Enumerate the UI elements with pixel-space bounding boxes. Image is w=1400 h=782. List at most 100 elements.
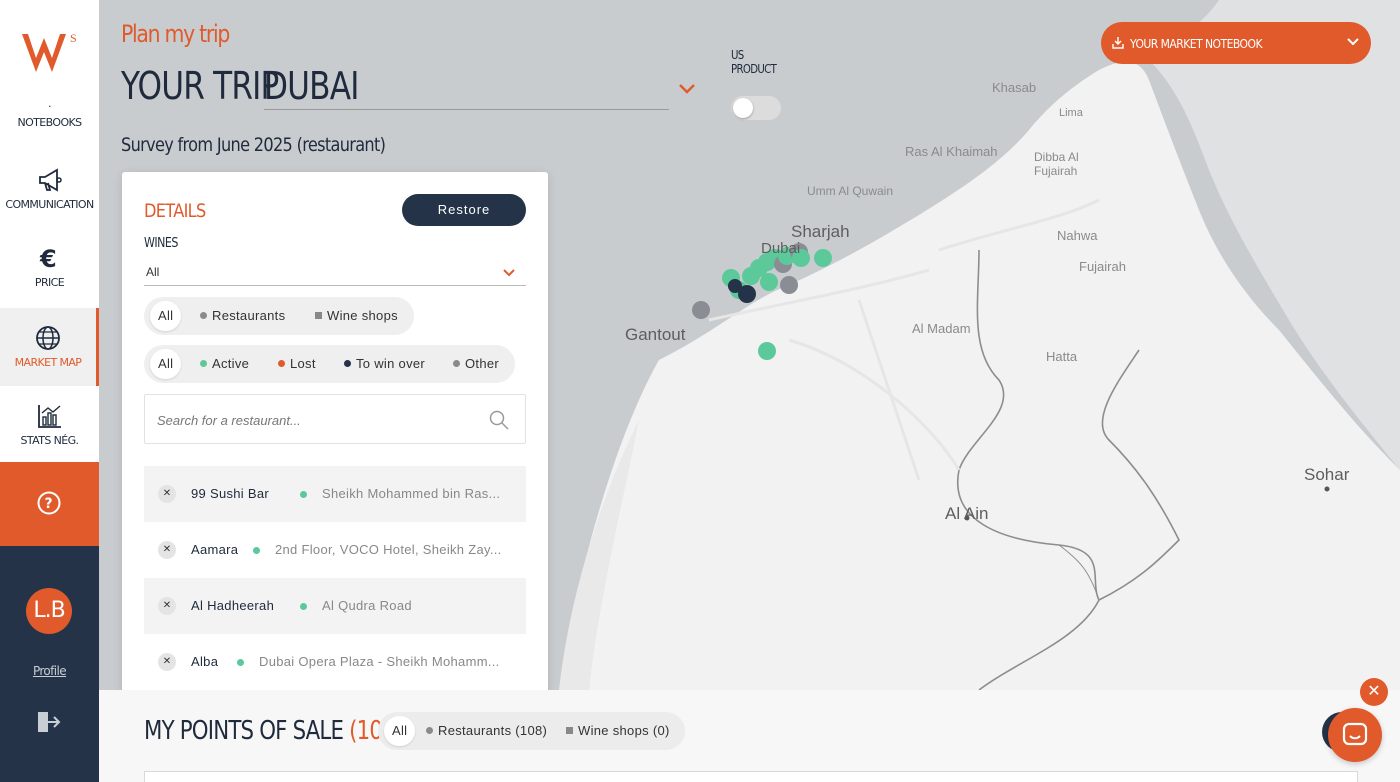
restaurant-dot — [200, 312, 207, 319]
pill-label: Other — [465, 356, 500, 371]
wineshop-square — [315, 312, 322, 319]
wines-label: WINES — [144, 236, 178, 251]
chevron-down-icon[interactable] — [678, 82, 696, 96]
remove-icon[interactable]: ✕ — [158, 541, 176, 559]
status-other[interactable]: Other — [445, 349, 507, 379]
megaphone-icon — [38, 168, 62, 192]
status-all[interactable]: All — [150, 349, 182, 379]
other-dot — [453, 360, 460, 367]
svg-text:S: S — [70, 31, 77, 45]
status-active[interactable]: Active — [192, 349, 257, 379]
pos-filter-all[interactable]: All — [384, 716, 416, 746]
market-notebook-button[interactable]: YOUR MARKET NOTEBOOK — [1101, 22, 1371, 64]
map-label: Nahwa — [1057, 228, 1098, 243]
sidebar-item-label: NOTEBOOKS — [17, 116, 82, 129]
lost-dot — [278, 360, 285, 367]
chat-button[interactable] — [1328, 708, 1382, 762]
pos-type-filter: All Restaurants (108) Wine shops (0) — [378, 712, 685, 750]
restaurant-search — [144, 394, 526, 444]
restaurant-dot — [426, 727, 433, 734]
pill-label: All — [158, 356, 174, 371]
status-to-win-over[interactable]: To win over — [336, 349, 433, 379]
sidebar-item-label: STATS NÉG. — [20, 434, 80, 447]
pill-label: Restaurants — [212, 308, 286, 323]
sidebar-item-notebooks[interactable]: · NOTEBOOKS — [0, 100, 99, 129]
sidebar-item-communication[interactable]: COMMUNICATION — [0, 166, 99, 211]
logout-icon[interactable] — [36, 710, 62, 734]
restaurant-name: Alba — [191, 654, 219, 669]
trip-value: DUBAI — [264, 64, 359, 108]
profile-link[interactable]: Profile — [0, 664, 99, 678]
list-item[interactable]: ✕ 99 Sushi Bar Sheikh Mohammed bin Ras..… — [144, 466, 526, 522]
restore-button[interactable]: Restore — [402, 194, 526, 226]
wines-select[interactable]: All — [144, 260, 526, 286]
status-dot — [300, 603, 307, 610]
sidebar-item-label: PRICE — [34, 276, 65, 289]
wines-value: All — [146, 265, 160, 279]
restaurant-list: ✕ 99 Sushi Bar Sheikh Mohammed bin Ras..… — [144, 466, 526, 676]
to-win-over-dot — [344, 360, 351, 367]
notebook-icon: · — [48, 100, 52, 113]
restaurant-name: Al Hadheerah — [191, 598, 275, 613]
euro-icon: € — [39, 245, 57, 272]
points-of-sale-title: MY POINTS OF SALE (108) — [144, 716, 403, 746]
map-label: Hatta — [1046, 349, 1078, 364]
us-product-toggle[interactable] — [731, 96, 781, 120]
map-label: Fujairah — [1079, 259, 1126, 274]
map-label: Gantout — [625, 325, 686, 344]
trip-select[interactable]: DUBAI — [264, 64, 669, 110]
restaurant-name: 99 Sushi Bar — [191, 486, 270, 501]
pill-label: Restaurants (108) — [438, 723, 548, 738]
map-label: Sohar — [1304, 465, 1350, 484]
chat-icon — [1342, 722, 1368, 746]
remove-icon[interactable]: ✕ — [158, 485, 176, 503]
restaurant-address: Al Qudra Road — [322, 598, 412, 613]
brand-logo[interactable]: S — [18, 28, 82, 78]
status-lost[interactable]: Lost — [270, 349, 324, 379]
pos-table — [144, 771, 1358, 782]
pill-label: Lost — [290, 356, 316, 371]
pill-label: All — [392, 723, 408, 738]
filter-wine-shops[interactable]: Wine shops — [307, 301, 406, 331]
pill-label: Wine shops — [327, 308, 398, 323]
pos-filter-restaurants[interactable]: Restaurants (108) — [418, 716, 555, 746]
avatar[interactable]: L.B — [26, 588, 72, 634]
list-item[interactable]: ✕ Alba Dubai Opera Plaza - Sheikh Mohamm… — [144, 634, 526, 676]
search-input[interactable] — [157, 409, 477, 431]
remove-icon[interactable]: ✕ — [158, 597, 176, 615]
svg-text:€: € — [39, 245, 56, 272]
trip-prefix: YOUR TRIP — [121, 64, 279, 108]
chevron-down-icon — [1347, 38, 1359, 46]
list-item[interactable]: ✕ Aamara 2nd Floor, VOCO Hotel, Sheikh Z… — [144, 522, 526, 578]
status-dot — [253, 547, 260, 554]
sidebar-item-label: COMMUNICATION — [5, 198, 94, 211]
sidebar-item-stats[interactable]: STATS NÉG. — [0, 402, 99, 447]
toggle-knob — [733, 98, 753, 118]
status-filter: All Active Lost To win over Other — [144, 345, 515, 383]
details-title: DETAILS — [144, 200, 206, 222]
pill-label: Wine shops (0) — [578, 723, 670, 738]
map-label: Lima — [1059, 107, 1083, 119]
restaurant-name: Aamara — [191, 542, 239, 557]
active-dot — [200, 360, 207, 367]
download-icon — [1112, 37, 1124, 49]
close-icon[interactable]: ✕ — [1360, 678, 1388, 706]
pos-filter-wine-shops[interactable]: Wine shops (0) — [558, 716, 678, 746]
filter-restaurants[interactable]: Restaurants — [192, 301, 293, 331]
pill-label: To win over — [356, 356, 426, 371]
map-label: Umm Al Quwain — [807, 184, 894, 198]
filter-all[interactable]: All — [150, 301, 182, 331]
help-icon[interactable]: ? — [37, 491, 61, 515]
search-icon[interactable] — [489, 410, 509, 430]
status-dot — [300, 491, 307, 498]
remove-icon[interactable]: ✕ — [158, 653, 176, 671]
sidebar: S · NOTEBOOKS COMMUNICATION € PRICE MARK… — [0, 0, 99, 782]
list-item[interactable]: ✕ Al Hadheerah Al Qudra Road — [144, 578, 526, 634]
sidebar-item-market-map[interactable]: MARKET MAP — [0, 308, 99, 386]
map-label: Al Madam — [912, 321, 971, 336]
map-label: Ras Al Khaimah — [905, 144, 998, 159]
sidebar-item-price[interactable]: € PRICE — [0, 244, 99, 289]
details-panel: DETAILS Restore WINES All All Restaurant… — [122, 172, 548, 697]
restaurant-address: Sheikh Mohammed bin Ras... — [322, 486, 501, 501]
globe-icon — [36, 326, 60, 350]
